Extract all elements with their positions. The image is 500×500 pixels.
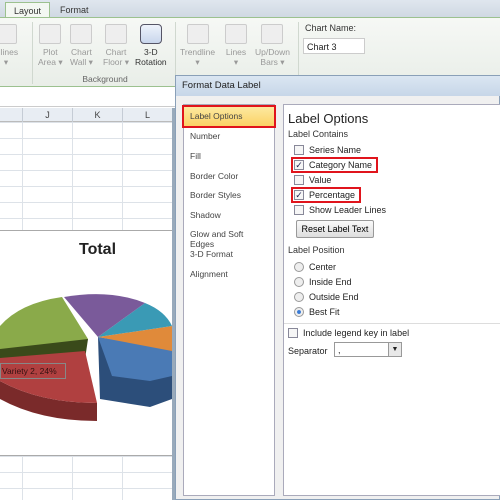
nav-glow-soft-edges[interactable]: Glow and Soft Edges [184,225,274,249]
checkbox-value[interactable]: Value [294,175,331,185]
data-label-selected[interactable]: Variety 2, 24% [0,363,66,379]
column-header-j[interactable]: J [22,108,72,122]
lines-button[interactable]: Lines ▾ [225,24,247,67]
cell-grid-lower[interactable] [0,456,172,500]
format-data-label-dialog: Format Data Label Label Options Number F… [175,75,500,500]
plot-area-icon [39,24,62,44]
nav-label-options[interactable]: Label Options [182,105,276,128]
checkbox-percentage[interactable]: ✓ Percentage [290,187,362,203]
chevron-down-icon[interactable]: ▼ [388,343,401,356]
reset-label-text-button[interactable]: Reset Label Text [296,220,374,238]
separator-label: Separator [288,346,328,356]
up-down-bars-icon [261,24,284,44]
checkbox-icon[interactable] [294,205,304,215]
pie-graphic [0,294,172,421]
formula-bar[interactable] [0,87,175,107]
checkbox-series-name[interactable]: Series Name [294,145,361,155]
checkbox-show-leader-lines[interactable]: Show Leader Lines [294,205,386,215]
plot-area-button[interactable]: Plot Area ▾ [38,24,63,67]
label-position-heading: Label Position [288,245,345,255]
gridlines-button[interactable]: idlines▾ [0,24,18,67]
panel-heading: Label Options [288,111,369,126]
column-header-k[interactable]: K [72,108,122,122]
nav-shadow[interactable]: Shadow [184,206,274,225]
radio-inside-end[interactable]: Inside End [294,277,352,287]
radio-icon[interactable] [294,262,304,272]
label-contains-heading: Label Contains [288,129,349,139]
up-down-bars-button[interactable]: Up/Down Bars ▾ [255,24,290,67]
checkmark-icon[interactable]: ✓ [294,160,304,170]
3d-rotation-icon [139,24,162,44]
nav-border-color[interactable]: Border Color [184,167,274,186]
dialog-title: Format Data Label [176,76,500,96]
chart-floor-button[interactable]: Chart Floor ▾ [103,24,129,67]
column-headers: J K L [0,108,172,122]
checkbox-icon[interactable] [294,175,304,185]
nav-fill[interactable]: Fill [184,147,274,166]
chart-name-input[interactable]: Chart 3 [303,38,365,54]
radio-best-fit[interactable]: Best Fit [294,307,340,317]
checkbox-include-legend-key[interactable]: Include legend key in label [288,328,409,338]
trendline-button[interactable]: Trendline ▾ [180,24,215,67]
ribbon-tabs: Layout Format [0,0,500,19]
checkbox-icon[interactable] [294,145,304,155]
nav-alignment[interactable]: Alignment [184,265,274,284]
radio-icon[interactable] [294,277,304,287]
checkbox-icon[interactable] [288,328,298,338]
dialog-nav: Label Options Number Fill Border Color B… [182,104,276,496]
chart-wall-button[interactable]: Chart Wall ▾ [70,24,93,67]
checkmark-icon[interactable]: ✓ [294,190,304,200]
nav-border-styles[interactable]: Border Styles [184,186,274,205]
radio-selected-icon[interactable] [294,307,304,317]
pie-chart[interactable]: Total Variety 2, 24% [0,230,172,456]
radio-outside-end[interactable]: Outside End [294,292,359,302]
chart-floor-icon [105,24,127,44]
separator-select[interactable]: , ▼ [334,342,402,357]
radio-center[interactable]: Center [294,262,336,272]
chart-wall-icon [70,24,93,44]
3d-rotation-button[interactable]: 3-D Rotation [135,24,167,67]
nav-number[interactable]: Number [184,127,274,146]
group-label-background: Background [82,74,128,84]
radio-icon[interactable] [294,292,304,302]
column-header-l[interactable]: L [122,108,172,122]
cell-grid[interactable] [0,122,172,230]
chart-name-label: Chart Name: [305,23,357,33]
nav-3d-format[interactable]: 3-D Format [184,245,274,264]
checkbox-category-name[interactable]: ✓ Category Name [290,157,379,173]
label-options-panel: Label Options Label Contains Series Name… [283,104,500,496]
trendline-icon [186,24,209,44]
lines-icon [225,24,247,44]
